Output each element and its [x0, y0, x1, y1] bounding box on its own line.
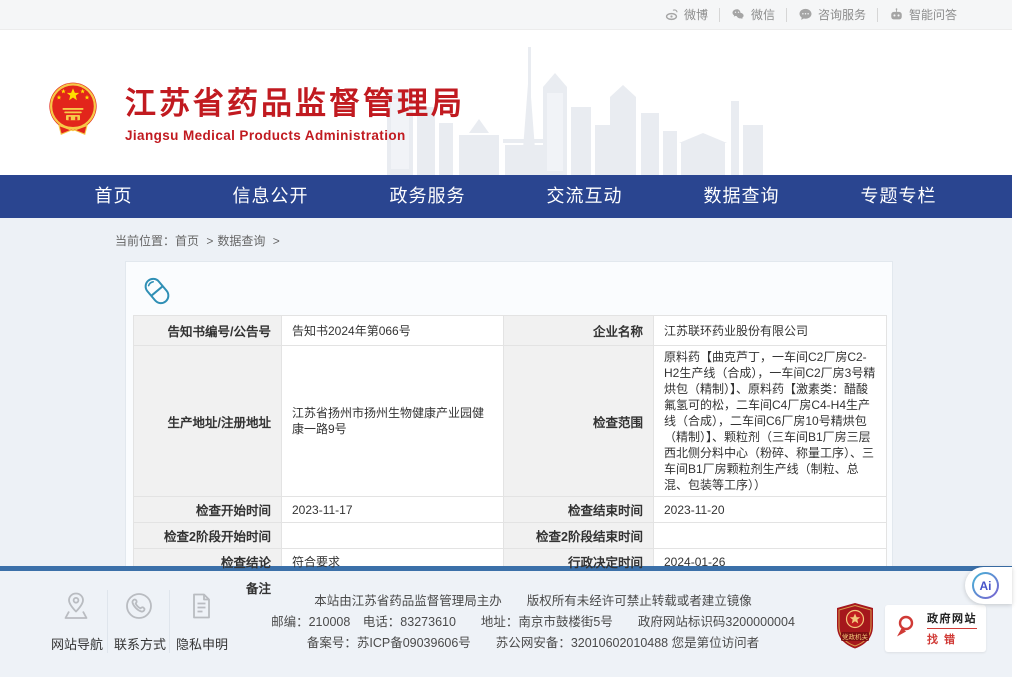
breadcrumb-prefix: 当前位置： [115, 234, 175, 248]
field-value: 2023-11-20 [654, 497, 887, 523]
breadcrumb-separator: > [273, 234, 280, 248]
field-value: 江苏省扬州市扬州生物健康产业园健康一路9号 [282, 346, 504, 497]
topbar-link-label: 咨询服务 [818, 8, 866, 22]
topbar-link-smart-qa[interactable]: 智能问答 [878, 8, 968, 22]
topbar-link-wechat[interactable]: 微信 [720, 8, 787, 22]
table-row: 检查2阶段开始时间 检查2阶段结束时间 [134, 523, 887, 549]
footer-line-icp: 备案号：苏ICP备09039606号 苏公网安备：32010602010488 … [231, 633, 835, 654]
footer-link-label: 隐私申明 [176, 634, 225, 653]
table-row: 告知书编号/公告号 告知书2024年第066号 企业名称 江苏联环药业股份有限公… [134, 316, 887, 346]
breadcrumb-link-home[interactable]: 首页 [175, 234, 199, 248]
topbar-link-label: 微信 [751, 8, 775, 22]
party-gov-badge[interactable]: 党政机关 [835, 602, 875, 655]
inspection-card: 告知书编号/公告号 告知书2024年第066号 企业名称 江苏联环药业股份有限公… [125, 261, 893, 615]
brand: 江苏省药品监督管理局 Jiangsu Medical Products Admi… [45, 78, 465, 143]
field-value: 原料药【曲克芦丁，一车间C2厂房C2-H2生产线（合成），一车间C2厂房3号精烘… [654, 346, 887, 497]
nav-item-gov-services[interactable]: 政务服务 [349, 175, 506, 218]
nav-item-info-disclosure[interactable]: 信息公开 [192, 175, 349, 218]
table-row: 检查开始时间 2023-11-17 检查结束时间 2023-11-20 [134, 497, 887, 523]
find-error-action: 找错 [927, 631, 977, 647]
field-label: 生产地址/注册地址 [134, 346, 282, 497]
breadcrumb-separator: > [206, 234, 213, 248]
map-pin-icon [60, 609, 92, 626]
site-header: 江苏省药品监督管理局 Jiangsu Medical Products Admi… [0, 30, 1012, 175]
field-label: 检查结束时间 [504, 497, 654, 523]
national-emblem-logo [45, 80, 101, 141]
page: 微博 微信 咨询服务 智能问答 [0, 0, 1012, 687]
footer-link-privacy[interactable]: 隐私申明 [169, 590, 231, 653]
field-label: 检查2阶段开始时间 [134, 523, 282, 549]
nav-item-data-query[interactable]: 数据查询 [663, 175, 820, 218]
find-error-title: 政府网站 [927, 610, 977, 629]
footer-info: 本站由江苏省药品监督管理局主办 版权所有未经许可禁止转载或者建立镜像 邮编：21… [231, 588, 835, 654]
field-label: 检查范围 [504, 346, 654, 497]
main-nav: 首页 信息公开 政务服务 交流互动 数据查询 专题专栏 [0, 175, 1012, 218]
ai-assistant-button[interactable]: Ai [965, 567, 1012, 604]
topbar: 微博 微信 咨询服务 智能问答 [0, 0, 1012, 30]
field-value: 江苏联环药业股份有限公司 [654, 316, 887, 346]
breadcrumb: 当前位置：首页 > 数据查询 > [115, 232, 1012, 249]
footer-link-site-nav[interactable]: 网站导航 [45, 590, 107, 653]
footer-line-host: 本站由江苏省药品监督管理局主办 版权所有未经许可禁止转载或者建立镜像 [231, 591, 835, 612]
topbar-link-label: 微博 [684, 8, 708, 22]
robot-icon [889, 7, 904, 22]
footer-line-contact: 邮编：210008 电话：83273610 地址：南京市鼓楼街5号 政府网站标识… [231, 612, 835, 633]
party-gov-badge-label: 党政机关 [842, 632, 869, 641]
chat-bubble-icon [798, 7, 813, 22]
nav-item-interaction[interactable]: 交流互动 [506, 175, 663, 218]
footer: 网站导航 联系方式 [0, 571, 1012, 677]
content-area: 当前位置：首页 > 数据查询 > 告知书编号/公告号 [0, 218, 1012, 566]
footer-link-contact[interactable]: 联系方式 [107, 590, 169, 653]
topbar-link-weibo[interactable]: 微博 [653, 8, 720, 22]
field-value: 告知书2024年第066号 [282, 316, 504, 346]
field-value [654, 523, 887, 549]
phone-icon [123, 609, 155, 626]
footer-link-label: 联系方式 [114, 634, 163, 653]
footer-quick-links: 网站导航 联系方式 [45, 588, 231, 653]
nav-item-home[interactable]: 首页 [35, 175, 192, 218]
magnifier-icon [894, 613, 920, 644]
wechat-icon [731, 7, 746, 22]
field-value: 2023-11-17 [282, 497, 504, 523]
site-subtitle: Jiangsu Medical Products Administration [125, 128, 465, 143]
field-label: 检查开始时间 [134, 497, 282, 523]
topbar-link-consult[interactable]: 咨询服务 [787, 8, 878, 22]
brand-text: 江苏省药品监督管理局 Jiangsu Medical Products Admi… [125, 78, 465, 143]
breadcrumb-link-data-query[interactable]: 数据查询 [217, 234, 265, 248]
ai-icon: Ai [972, 572, 999, 599]
field-label: 检查2阶段结束时间 [504, 523, 654, 549]
nav-item-special-topics[interactable]: 专题专栏 [820, 175, 977, 218]
ai-label: Ai [980, 579, 992, 593]
site-title: 江苏省药品监督管理局 [125, 78, 465, 123]
privacy-doc-icon [185, 609, 217, 626]
field-label: 告知书编号/公告号 [134, 316, 282, 346]
pill-icon [140, 274, 885, 308]
inspection-table: 告知书编号/公告号 告知书2024年第066号 企业名称 江苏联环药业股份有限公… [133, 315, 887, 601]
field-label: 企业名称 [504, 316, 654, 346]
field-value [282, 523, 504, 549]
weibo-icon [664, 7, 679, 22]
find-error-badge[interactable]: 政府网站 找错 [885, 605, 986, 652]
footer-badges: 党政机关 政府网站 找错 [835, 588, 986, 655]
topbar-link-label: 智能问答 [909, 8, 957, 22]
find-error-text: 政府网站 找错 [927, 610, 977, 647]
footer-link-label: 网站导航 [51, 634, 101, 653]
table-row: 生产地址/注册地址 江苏省扬州市扬州生物健康产业园健康一路9号 检查范围 原料药… [134, 346, 887, 497]
